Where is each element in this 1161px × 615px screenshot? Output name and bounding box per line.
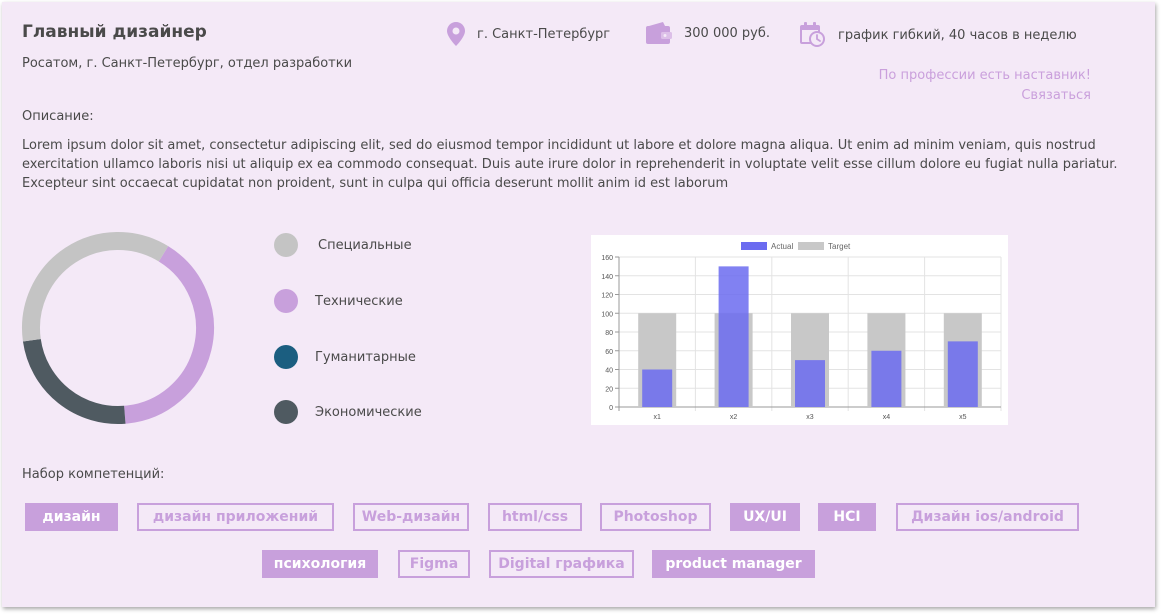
location-text: г. Санкт-Петербург [477, 26, 611, 42]
bar-actual [795, 360, 825, 407]
bar-actual [871, 350, 902, 407]
legend-label: Специальные [318, 237, 412, 253]
legend-swatch [798, 242, 824, 250]
skill-tag-label: product manager [665, 556, 802, 572]
schedule-text: график гибкий, 40 часов в неделю [838, 27, 1077, 43]
legend-swatch [741, 242, 767, 250]
calendar-clock-icon [800, 22, 825, 47]
x-tick-label: x5 [959, 414, 967, 421]
company-info: Росатом, г. Санкт-Петербург, отдел разра… [22, 56, 353, 71]
skill-tag[interactable]: Photoshop [600, 503, 711, 531]
legend-dot [274, 289, 298, 313]
x-tick-label: x4 [883, 414, 891, 421]
legend-item-special: Специальные [274, 233, 412, 257]
legend-label: Гуманитарные [315, 349, 416, 365]
skill-tag[interactable]: психология [262, 550, 378, 578]
skill-tag[interactable]: Web-дизайн [353, 503, 469, 531]
skill-tag-label: Photoshop [613, 509, 698, 525]
wallet-icon [646, 22, 672, 44]
legend-label: Target [828, 242, 851, 251]
description-text: Lorem ipsum dolor sit amet, consectetur … [22, 138, 1118, 191]
bar-actual [642, 369, 673, 407]
job-title: Главный дизайнер [22, 22, 207, 42]
skill-tag[interactable]: UX/UI [730, 503, 800, 531]
skill-tag-label: Дизайн ios/android [911, 509, 1064, 525]
legend-item-humanitarian: Гуманитарные [274, 345, 416, 369]
location-pin-icon [447, 22, 465, 46]
y-tick-label: 80 [605, 330, 613, 337]
x-tick-label: x1 [653, 414, 661, 421]
legend-dot [274, 345, 298, 369]
y-tick-label: 100 [601, 311, 613, 318]
skill-tag[interactable]: HCI [818, 503, 876, 531]
y-tick-label: 40 [605, 368, 613, 375]
skill-tag-label: дизайн приложений [152, 509, 319, 525]
competency-donut-chart [22, 232, 214, 424]
skill-tag[interactable]: Digital графика [489, 550, 634, 578]
skill-tag-label: html/css [501, 509, 569, 525]
y-tick-label: 160 [601, 255, 613, 262]
legend-dot [274, 400, 298, 424]
contact-link[interactable]: Связаться [879, 86, 1091, 106]
skill-tag[interactable]: дизайн приложений [137, 503, 334, 531]
y-tick-label: 60 [605, 349, 613, 356]
y-tick-label: 20 [605, 386, 613, 393]
donut-segment [22, 338, 126, 424]
y-tick-label: 140 [601, 274, 613, 281]
donut-segment [123, 246, 214, 424]
actual-vs-target-bar-chart: Actual Target 0 20 40 60 80 100 120 140 160 x1 x2 x3 x… [591, 235, 1008, 425]
legend-label: Actual [771, 242, 793, 251]
salary-text: 300 000 руб. [684, 25, 770, 41]
legend-item-technical: Технические [274, 289, 403, 313]
legend-dot [274, 233, 298, 257]
skill-tag-label: HCI [833, 509, 861, 525]
mentor-block: По профессии есть наставник! Связаться [879, 66, 1091, 106]
skill-tag[interactable]: Дизайн ios/android [896, 503, 1079, 531]
chart-legend: Actual Target [741, 242, 851, 251]
legend-label: Экономические [315, 404, 422, 420]
skill-tag[interactable]: Figma [398, 550, 470, 578]
location-info: г. Санкт-Петербург [447, 22, 610, 46]
legend-item-economic: Экономические [274, 400, 422, 424]
skill-tag[interactable]: дизайн [25, 503, 118, 531]
bar-actual [947, 341, 978, 407]
skill-tag-label: Web-дизайн [361, 509, 461, 525]
skill-tag-label: Digital графика [498, 556, 625, 572]
description-label: Описание: [22, 109, 94, 124]
y-tick-label: 120 [601, 293, 613, 300]
skill-tag[interactable]: product manager [652, 550, 815, 578]
skill-tag-label: дизайн [42, 509, 101, 525]
y-tick-label: 0 [609, 405, 613, 412]
donut-segment [22, 232, 169, 342]
salary-info: 300 000 руб. [646, 22, 770, 44]
vacancy-card: Главный дизайнер Росатом, г. Санкт-Петер… [2, 2, 1155, 607]
schedule-info: график гибкий, 40 часов в неделю [800, 22, 1077, 48]
x-tick-label: x3 [806, 414, 814, 421]
skills-label: Набор компетенций: [22, 467, 165, 482]
skill-tag-label: Figma [409, 556, 459, 572]
skill-tag[interactable]: html/css [488, 503, 582, 531]
x-tick-label: x2 [730, 414, 738, 421]
bar-actual [718, 266, 749, 407]
skill-tag-label: психология [273, 556, 367, 572]
legend-label: Технические [315, 293, 403, 309]
skill-tag-label: UX/UI [743, 509, 787, 525]
mentor-text: По профессии есть наставник! [878, 68, 1091, 83]
